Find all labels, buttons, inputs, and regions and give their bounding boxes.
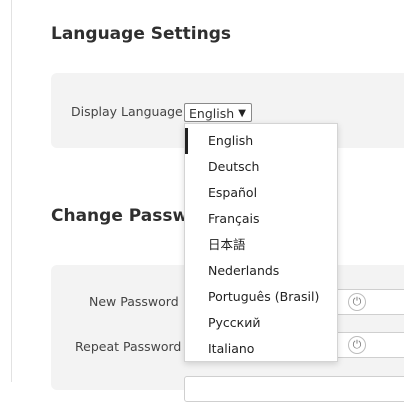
language-option[interactable]: Italiano [185, 336, 337, 362]
language-option[interactable]: 日本語 [185, 232, 337, 258]
language-option[interactable]: Deutsch [185, 154, 337, 180]
new-password-label: New Password [89, 294, 179, 309]
language-option[interactable]: Português (Brasil) [185, 284, 337, 310]
password-toggle-icon[interactable]: ⏻ [348, 336, 366, 354]
display-language-label: Display Language [71, 104, 183, 119]
language-settings-title: Language Settings [51, 24, 232, 44]
password-toggle-icon[interactable]: ⏻ [348, 293, 366, 311]
language-option[interactable]: English [185, 128, 337, 154]
repeat-password-label: Repeat Password [75, 339, 182, 354]
select-value: English [189, 106, 235, 121]
chevron-down-icon: ▼ [238, 108, 246, 119]
language-option[interactable]: Русский [185, 310, 337, 336]
extra-input[interactable] [184, 376, 404, 402]
language-dropdown-menu: English Deutsch Español Français 日本語 Ned… [184, 123, 338, 362]
display-language-select[interactable]: English ▼ [184, 103, 252, 122]
language-option[interactable]: Nederlands [185, 258, 337, 284]
language-option[interactable]: Français [185, 206, 337, 232]
left-divider [11, 0, 12, 382]
language-option[interactable]: Español [185, 180, 337, 206]
